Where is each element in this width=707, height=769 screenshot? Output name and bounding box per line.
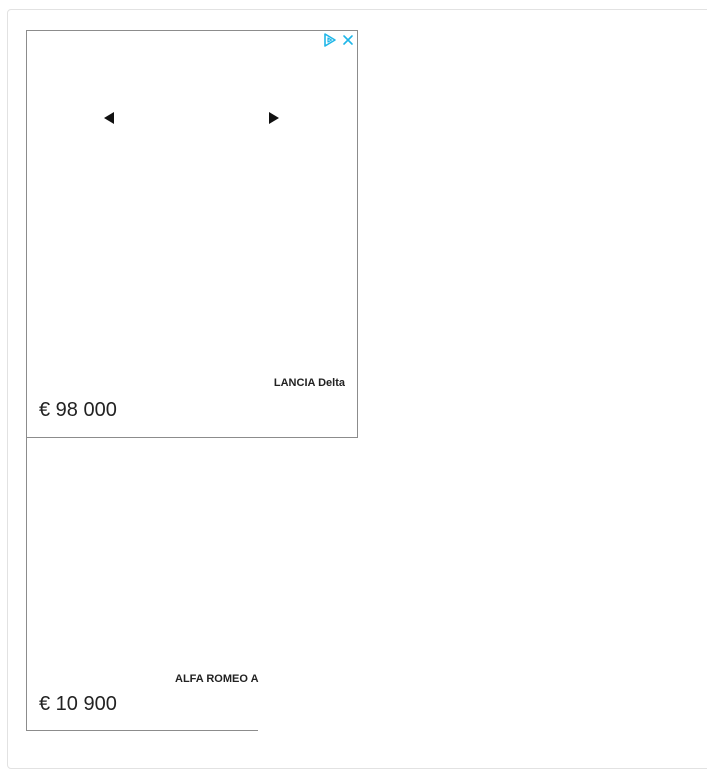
listing-price: € 10 900 bbox=[39, 693, 117, 715]
listing-price: € 98 000 bbox=[39, 399, 117, 421]
previous-arrow-icon[interactable] bbox=[103, 111, 115, 125]
listing-title[interactable]: ALFA ROMEO A bbox=[175, 673, 259, 685]
next-arrow-icon[interactable] bbox=[268, 111, 280, 125]
adchoices-icon[interactable] bbox=[322, 32, 338, 48]
close-icon[interactable] bbox=[341, 33, 355, 47]
ad-badges bbox=[322, 32, 355, 48]
listing-price-wrapper: € 10 900 bbox=[27, 693, 117, 716]
ad-container[interactable]: LANCIA Delta € 98 000 bbox=[26, 30, 358, 438]
listing-title[interactable]: LANCIA Delta bbox=[274, 377, 345, 389]
edge-marker bbox=[26, 97, 27, 103]
listing-card[interactable]: ALFA ROMEO A € 10 900 bbox=[26, 438, 259, 731]
